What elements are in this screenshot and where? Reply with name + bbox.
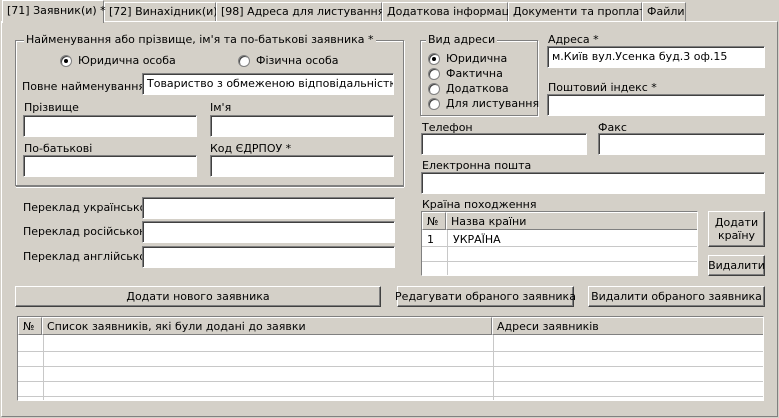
country-grid[interactable]: № Назва країни 1 УКРАЇНА (421, 211, 698, 276)
radio-individual-label: Фізична особа (256, 54, 339, 67)
radio-address-additional[interactable]: Додаткова (428, 82, 509, 95)
tab-files[interactable]: Файли (642, 2, 686, 22)
edrpou-label: Код ЄДРПОУ * (210, 142, 292, 155)
country-label: Країна походження (422, 198, 537, 211)
radio-legal-entity[interactable]: Юридична особа (60, 54, 176, 67)
radio-address-correspondence[interactable]: Для листування (428, 97, 539, 110)
surname-label: Прізвище (24, 101, 79, 114)
tab-documents-payments[interactable]: Документи та проплати (508, 2, 653, 22)
translation-ukrainian-input[interactable] (142, 197, 395, 219)
tab-additional-info-label: Додаткова інформація (387, 5, 519, 18)
applicants-grid-row-divider (18, 381, 763, 382)
applicants-grid[interactable]: № Список заявників, які були додані до з… (17, 316, 764, 401)
country-grid-row-divider (422, 246, 697, 247)
radio-address-actual[interactable]: Фактична (428, 67, 503, 80)
country-grid-header-num[interactable]: № (422, 212, 446, 230)
tab-bar: [71] Заявник(и) * [72] Винахідник(и) * [… (0, 0, 779, 23)
full-name-label: Повне найменування * (22, 80, 155, 93)
radio-address-additional-dot (428, 82, 440, 95)
tab-files-label: Файли (647, 5, 685, 18)
applicants-grid-header-list[interactable]: Список заявників, які були додані до зая… (42, 317, 492, 335)
tab-documents-payments-label: Документи та проплати (513, 5, 653, 18)
postal-code-input[interactable] (547, 94, 765, 116)
tab-additional-info[interactable]: Додаткова інформація (382, 2, 519, 22)
country-grid-row-divider (422, 261, 697, 262)
address-label: Адреса * (548, 33, 599, 46)
radio-address-actual-dot (428, 67, 440, 80)
tab-correspondence-address[interactable]: [98] Адреса для листування * (216, 2, 393, 22)
tab-inventors-label: [72] Винахідник(и) * (109, 5, 227, 18)
surname-input[interactable] (23, 115, 197, 137)
email-label: Електронна пошта (422, 159, 532, 172)
applicant-group-title: Найменування або прізвище, ім'я та по-ба… (24, 33, 376, 46)
address-input[interactable]: м.Київ вул.Усенка буд.3 оф.15 (547, 46, 765, 68)
country-grid-col-divider (447, 230, 448, 275)
address-type-group-title: Вид адреси (426, 33, 498, 46)
applicants-grid-row-divider (18, 351, 763, 352)
translation-russian-label: Переклад російською (23, 225, 149, 238)
remove-applicant-button[interactable]: Видалити обраного заявника (588, 286, 765, 307)
radio-individual[interactable]: Фізична особа (238, 54, 338, 67)
tab-applicants[interactable]: [71] Заявник(и) * (2, 0, 106, 23)
tab-applicants-label: [71] Заявник(и) * (7, 4, 106, 17)
fax-input[interactable] (598, 133, 765, 155)
country-grid-header-name[interactable]: Назва країни (446, 212, 697, 230)
phone-input[interactable] (421, 133, 587, 155)
country-row-name[interactable]: УКРАЇНА (453, 233, 501, 246)
delete-country-button[interactable]: Видалити (708, 255, 765, 276)
patronymic-input[interactable] (23, 155, 197, 177)
country-row-num[interactable]: 1 (427, 233, 434, 246)
applicants-grid-col-divider (43, 335, 44, 400)
postal-code-label: Поштовий індекс * (548, 81, 657, 94)
add-applicant-button[interactable]: Додати нового заявника (15, 286, 381, 307)
full-name-input[interactable]: Товариство з обмеженою відповідальністю … (142, 73, 394, 95)
email-input[interactable] (421, 172, 765, 194)
tab-inventors[interactable]: [72] Винахідник(и) * (104, 2, 227, 22)
radio-address-correspondence-dot (428, 97, 440, 110)
radio-address-legal-label: Юридична (446, 52, 508, 65)
edrpou-input[interactable] (210, 155, 394, 177)
radio-legal-entity-dot (60, 54, 72, 67)
radio-address-legal[interactable]: Юридична (428, 52, 507, 65)
applicants-grid-row-divider (18, 396, 763, 397)
add-country-button[interactable]: Додати країну (708, 211, 765, 247)
tab-correspondence-address-label: [98] Адреса для листування * (221, 5, 394, 18)
edit-applicant-button[interactable]: Редагувати обраного заявника (395, 286, 576, 307)
radio-address-correspondence-label: Для листування (446, 97, 540, 110)
applicants-grid-col-divider (493, 335, 494, 400)
applicants-grid-row-divider (18, 366, 763, 367)
applicant-separator (16, 186, 404, 188)
radio-address-legal-dot (428, 52, 440, 65)
radio-address-additional-label: Додаткова (446, 82, 509, 95)
first-name-label: Ім'я (210, 101, 232, 114)
radio-address-actual-label: Фактична (446, 67, 503, 80)
radio-individual-dot (238, 54, 250, 67)
patronymic-label: По-батькові (24, 142, 93, 155)
applicants-grid-header-address[interactable]: Адреси заявників (492, 317, 763, 335)
radio-legal-entity-label: Юридична особа (78, 54, 176, 67)
translation-ukrainian-label: Переклад українською (23, 201, 156, 214)
translation-russian-input[interactable] (142, 221, 395, 243)
first-name-input[interactable] (210, 115, 394, 137)
translation-english-input[interactable] (142, 246, 395, 268)
translation-english-label: Переклад англійською (23, 250, 156, 263)
applicants-grid-header-num[interactable]: № (18, 317, 42, 335)
